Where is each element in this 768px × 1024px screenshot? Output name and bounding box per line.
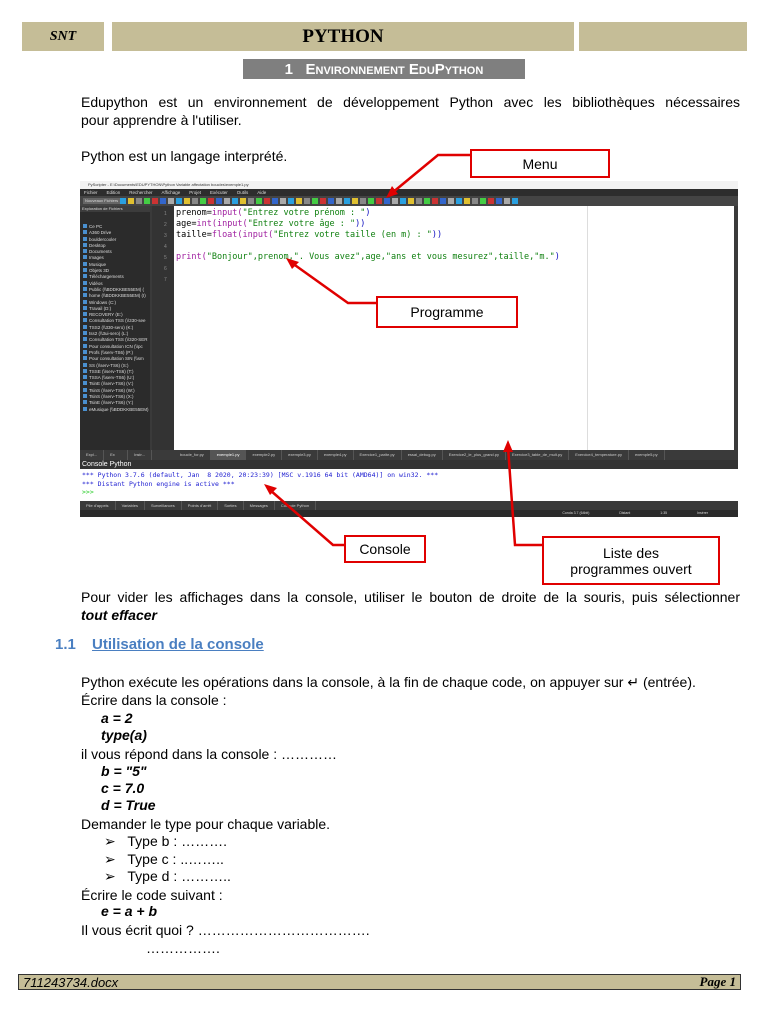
section-title: Utilisation de la console [92,636,264,653]
bullet-item: ➢ Type c : ..…….. [104,851,224,867]
code-type: type(a) [101,727,147,743]
callout-menu: Menu [470,149,610,178]
bullet-text: Type d : ……….. [127,868,231,884]
body-line4: Demander le type pour chaque variable. [81,816,331,832]
body-line5: Écrire le code suivant : [81,887,223,903]
liste-arrow [506,446,542,547]
document-page: { "header":{"left":"SNT","title":"PYTHON… [0,0,768,1024]
bullet-item: ➢ Type b : ………. [104,833,227,849]
callout-programme: Programme [376,296,518,328]
body-line6: Il vous écrit quoi ? ………………………………. [81,922,370,938]
callout-liste: Liste des programmes ouvert [542,536,720,585]
console-arrow [269,489,344,547]
bullet-text: Type c : ..…….. [127,851,224,867]
footer: 711243734.docx Page 1 [18,974,741,990]
liste-arrowhead [503,440,513,452]
after-line2: tout effacer [81,607,157,623]
code-b: b = "5" [101,763,147,779]
menu-arrow [391,153,470,194]
section-1-1-heading: 1.1 Utilisation de la console [55,636,264,653]
footer-filename: 711243734.docx [23,974,119,990]
code-a: a = 2 [101,710,133,726]
footer-page: Page 1 [699,974,736,989]
section-number: 1.1 [55,636,76,653]
callout-console: Console [344,535,426,563]
code-e: e = a + b [101,903,158,919]
body-line2: Écrire dans la console : [81,692,227,708]
body-line7: ……………. [146,940,220,956]
code-c: c = 7.0 [101,780,145,796]
body-line3: il vous répond dans la console : ………… [81,746,338,762]
bullet-text: Type b : ………. [127,833,227,849]
programme-arrow [291,261,376,305]
bullet-item: ➢ Type d : ……….. [104,868,231,884]
code-d: d = True [101,797,156,813]
body-line1: Python exécute les opérations dans la co… [81,674,696,690]
menu-arrowhead [386,186,398,198]
after-line1: Pour vider les affichages dans la consol… [81,589,740,605]
